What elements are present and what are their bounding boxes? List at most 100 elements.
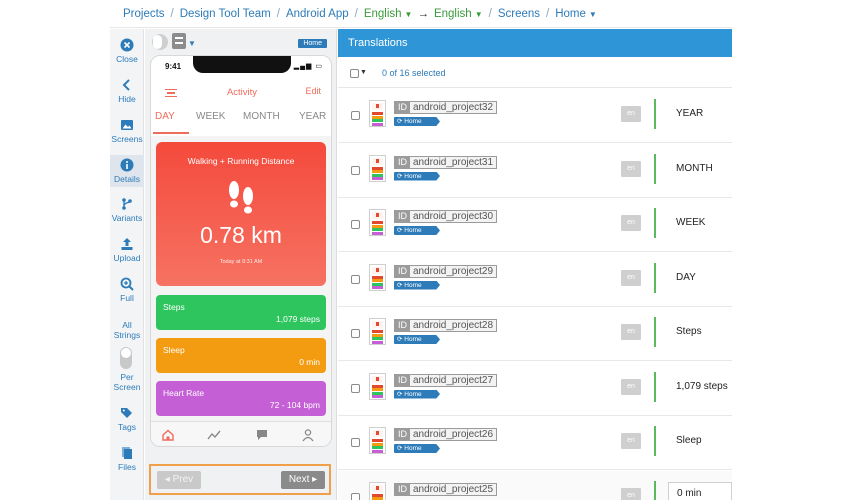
string-key-tag[interactable]: ID android_project31: [394, 155, 498, 169]
translation-text[interactable]: Steps: [676, 326, 702, 337]
screen-tag[interactable]: ⟳ Home: [394, 280, 440, 290]
string-key-tag[interactable]: ID android_project27: [394, 373, 498, 387]
approved-indicator: [654, 317, 656, 347]
all-strings-line2: Strings: [113, 330, 141, 340]
screen-thumbnail[interactable]: [369, 209, 386, 236]
hide-button[interactable]: Hide: [110, 78, 144, 104]
row-checkbox[interactable]: [351, 220, 360, 229]
thumbnail-bar: [372, 231, 383, 235]
source-language-select[interactable]: English ▼: [364, 8, 413, 20]
thumbnail-bar: [372, 115, 383, 119]
row-checkbox[interactable]: [351, 492, 360, 500]
id-label: ID: [395, 429, 410, 440]
screens-button[interactable]: Screens: [110, 118, 144, 144]
approved-indicator: [654, 208, 656, 238]
string-key-tag[interactable]: ID android_project26: [394, 428, 498, 441]
screen-tag-label: Home: [404, 445, 422, 452]
approved-indicator: [654, 480, 656, 500]
translation-row[interactable]: ID android_project25 en 0 min: [338, 470, 732, 500]
distance-value: 0.78 km: [200, 222, 282, 248]
translation-text[interactable]: 1,079 steps: [676, 381, 728, 392]
screen-tag[interactable]: ⟳ Home: [394, 117, 440, 126]
translation-text[interactable]: MONTH: [676, 163, 713, 174]
screen-thumbnail[interactable]: [369, 481, 386, 500]
translation-text[interactable]: DAY: [676, 272, 696, 283]
translation-row[interactable]: ID android_project30 ⟳ Home en WEEK: [338, 198, 732, 252]
app-logo-icon: [372, 212, 383, 219]
details-button[interactable]: Details: [110, 155, 144, 187]
thumbnail-bar: [372, 282, 383, 286]
tab-day: DAY: [155, 111, 175, 122]
translation-row[interactable]: ID android_project26 ⟳ Home en Sleep: [338, 416, 732, 470]
translation-row[interactable]: ID android_project27 ⟳ Home en 1,079 steps: [338, 362, 732, 416]
string-key-tag[interactable]: ID android_project28: [394, 319, 498, 332]
row-checkbox[interactable]: [351, 438, 360, 447]
chevron-down-icon[interactable]: ▼: [360, 69, 367, 76]
layers-icon[interactable]: [172, 33, 186, 49]
screen-tag[interactable]: ⟳ Home: [394, 444, 440, 453]
screen-tag[interactable]: ⟳ Home: [394, 335, 440, 344]
full-button[interactable]: Full: [110, 277, 144, 303]
string-key-tag[interactable]: ID android_project30: [394, 210, 498, 223]
screen-thumbnail[interactable]: [369, 372, 386, 400]
all-strings-label[interactable]: All Strings: [110, 320, 144, 340]
chevron-left-icon: [122, 79, 130, 91]
thumbnail-bar: [372, 166, 383, 170]
breadcrumb-screens[interactable]: Screens: [498, 8, 540, 20]
app-logo-icon: [372, 103, 383, 110]
translation-row[interactable]: ID android_project31 ⟳ Home en MONTH: [338, 144, 732, 198]
screen-thumbnail[interactable]: [369, 263, 386, 291]
translation-row[interactable]: ID android_project32 ⟳ Home en YEAR: [338, 89, 732, 143]
select-all-checkbox[interactable]: [350, 69, 359, 78]
translation-text[interactable]: Sleep: [676, 435, 702, 446]
language-badge: en: [621, 487, 641, 500]
all-strings-line1: All: [122, 320, 132, 330]
thumbnail-bar: [372, 112, 383, 115]
screen-select[interactable]: Home ▼: [555, 8, 597, 20]
screen-thumbnail[interactable]: [369, 100, 386, 127]
close-button[interactable]: Close: [110, 38, 144, 64]
files-button[interactable]: Files: [110, 446, 144, 472]
upload-label: Upload: [113, 253, 141, 263]
screen-tag[interactable]: ⟳ Home: [394, 226, 440, 235]
string-key-tag[interactable]: ID android_project25: [394, 482, 498, 496]
strings-scope-toggle[interactable]: [120, 347, 132, 369]
row-checkbox[interactable]: [351, 329, 360, 338]
screen-thumbnail[interactable]: [369, 427, 386, 454]
chevron-down-icon[interactable]: ▼: [188, 39, 196, 48]
translation-input[interactable]: 0 min: [668, 481, 732, 500]
breadcrumb-separator: /: [546, 7, 550, 20]
language-badge: en: [621, 106, 641, 122]
preview-toggle[interactable]: [152, 34, 168, 50]
full-label: Full: [120, 293, 134, 303]
row-checkbox[interactable]: [351, 165, 360, 175]
upload-button[interactable]: Upload: [110, 237, 144, 263]
screen-tag-label: Home: [404, 336, 422, 343]
row-checkbox[interactable]: [351, 274, 360, 284]
tags-button[interactable]: Tags: [110, 406, 144, 432]
translation-text[interactable]: WEEK: [676, 217, 705, 228]
screen-thumbnail[interactable]: [369, 154, 386, 182]
distance-timestamp: Today at 8:31 AM: [219, 259, 263, 265]
row-checkbox[interactable]: [351, 383, 360, 393]
translation-row[interactable]: ID android_project28 ⟳ Home en Steps: [338, 307, 732, 361]
thumbnail-bar: [372, 388, 383, 392]
translation-text[interactable]: YEAR: [676, 108, 703, 119]
target-language-select[interactable]: English ▼: [434, 8, 483, 20]
next-button[interactable]: Next ▸: [281, 471, 325, 489]
string-key-tag[interactable]: ID android_project29: [394, 264, 498, 278]
row-checkbox[interactable]: [351, 111, 360, 120]
variants-button[interactable]: Variants: [110, 197, 144, 223]
string-key-tag[interactable]: ID android_project32: [394, 101, 498, 114]
string-key: android_project30: [413, 211, 494, 222]
screen-thumbnail[interactable]: [369, 318, 386, 345]
per-screen-label[interactable]: Per Screen: [110, 372, 144, 392]
prev-button[interactable]: ◂ Prev: [157, 471, 201, 489]
breadcrumb-project[interactable]: Android App: [286, 8, 349, 20]
breadcrumb-team[interactable]: Design Tool Team: [180, 8, 271, 20]
breadcrumb-projects[interactable]: Projects: [123, 8, 165, 20]
screen-tag[interactable]: ⟳ Home: [394, 171, 440, 181]
translation-row[interactable]: ID android_project29 ⟳ Home en DAY: [338, 253, 732, 307]
thumbnail-bar: [372, 170, 383, 174]
screen-tag[interactable]: ⟳ Home: [394, 389, 440, 399]
